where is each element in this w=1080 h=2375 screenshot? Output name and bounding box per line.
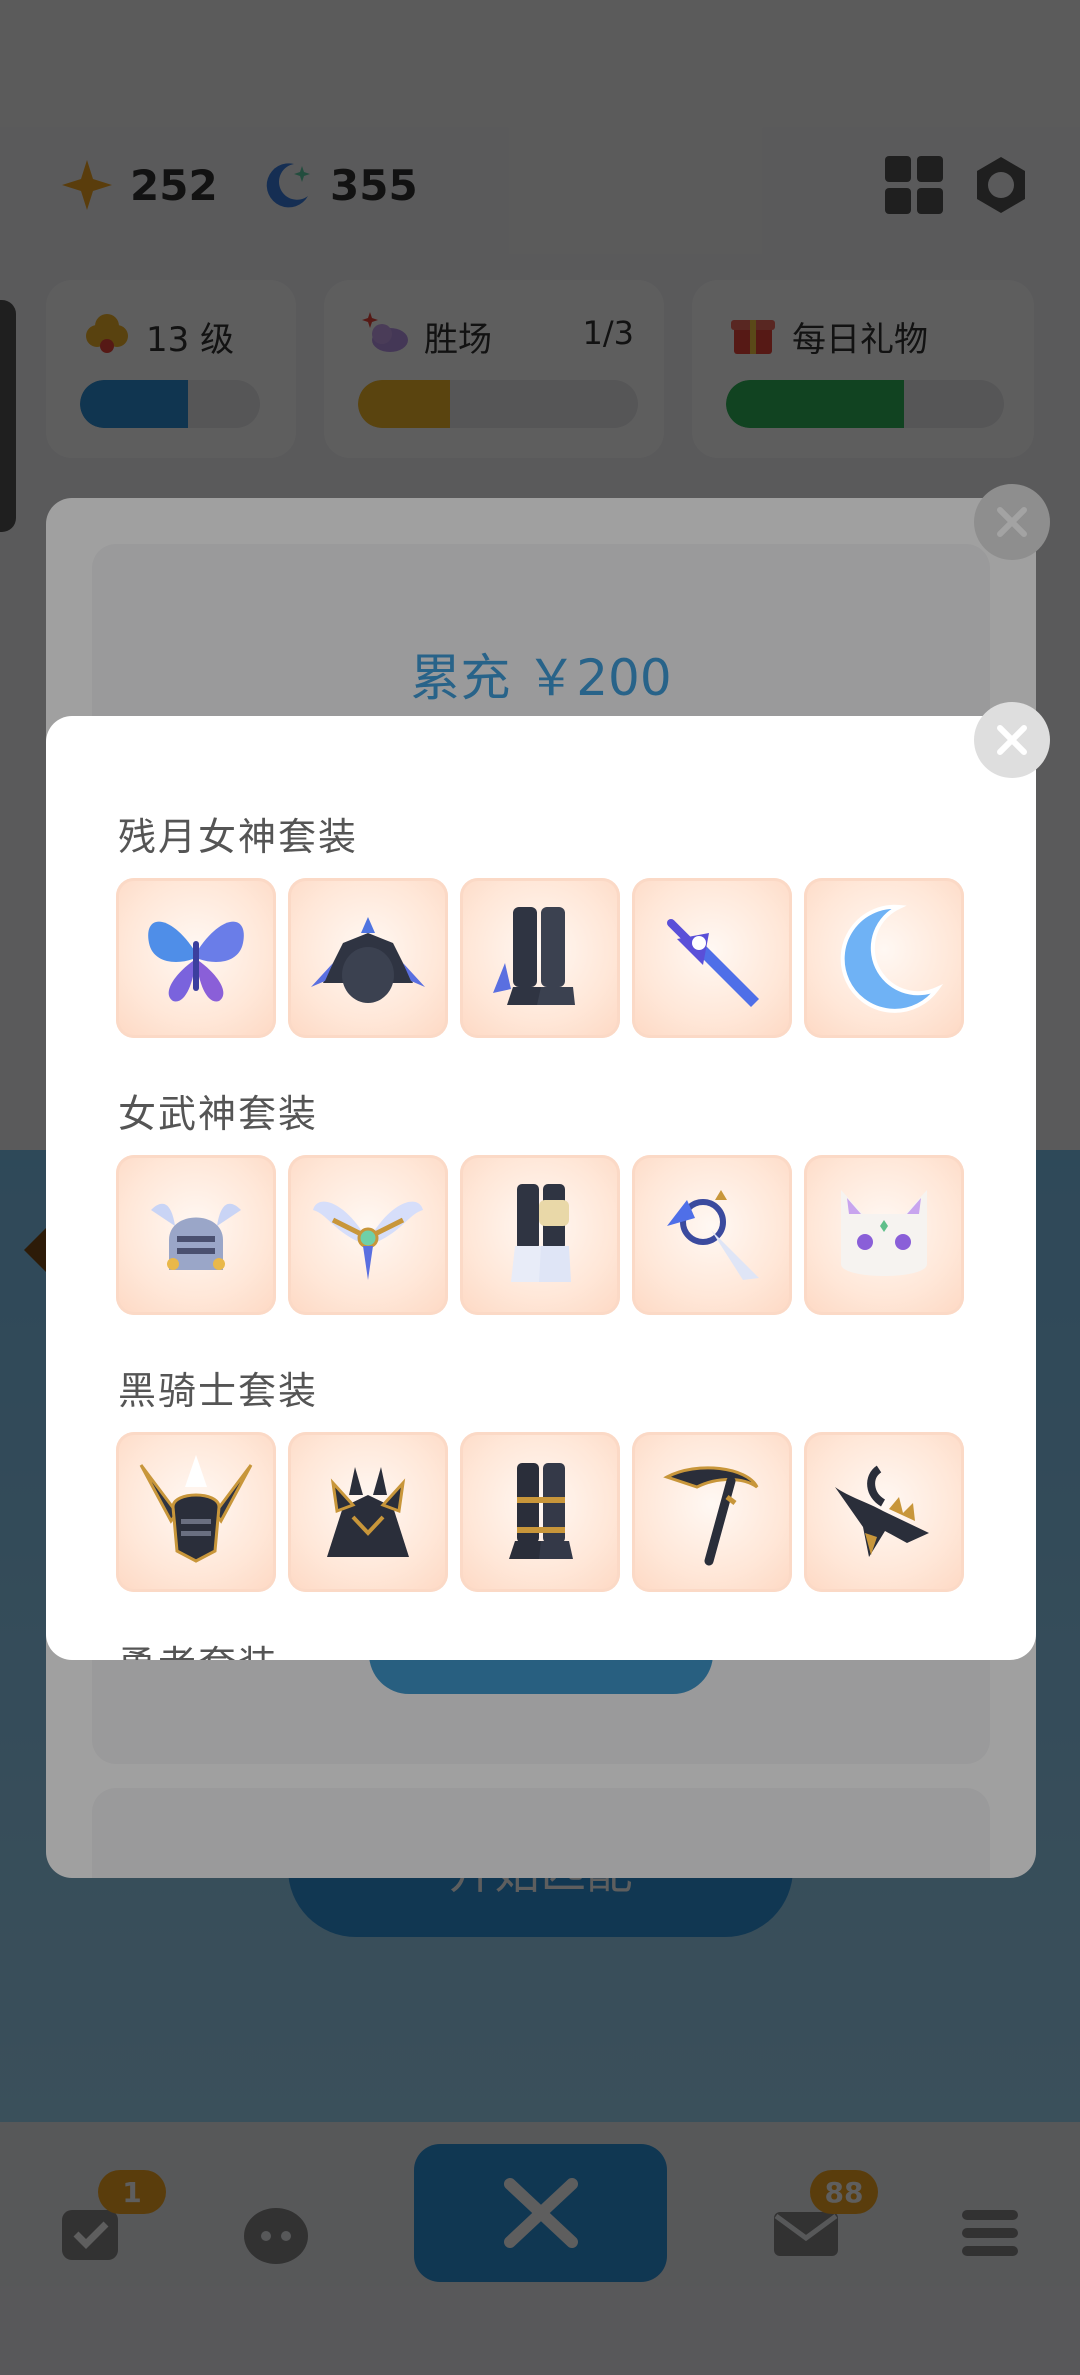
set-item[interactable] [460, 1432, 620, 1592]
set-item[interactable] [460, 1155, 620, 1315]
dark-boots-icon [493, 907, 575, 1005]
set-item[interactable] [288, 1155, 448, 1315]
costume-sets-panel: 残月女神套装 女武神套装 黑骑士套装 [46, 716, 1036, 1660]
set-title: 女武神套装 [118, 1092, 319, 1136]
set-title: 勇者套装 [118, 1634, 278, 1660]
black-boots-icon [509, 1463, 573, 1559]
close-icon [997, 725, 1027, 755]
black-gold-armor-icon [327, 1467, 409, 1557]
black-scythe-icon [663, 1466, 759, 1566]
set-item[interactable] [632, 878, 792, 1038]
sets-close-button[interactable] [974, 702, 1050, 778]
star-halo-icon [667, 1190, 759, 1280]
angel-wings-icon [313, 1201, 423, 1280]
set-item[interactable] [804, 878, 964, 1038]
set-title: 黑骑士套装 [118, 1369, 319, 1413]
blue-sword-icon [667, 919, 759, 1007]
set-item[interactable] [632, 1432, 792, 1592]
winged-helmet-icon [151, 1203, 241, 1270]
white-boots-icon [511, 1184, 571, 1282]
set-item[interactable] [804, 1155, 964, 1315]
set-item[interactable] [116, 1155, 276, 1315]
set-item[interactable] [288, 1432, 448, 1592]
black-horned-helmet-icon [139, 1455, 253, 1563]
black-dragon-icon [835, 1465, 929, 1557]
white-cat-icon [841, 1190, 927, 1276]
crescent-moon-icon [840, 904, 944, 1013]
set-item[interactable] [632, 1155, 792, 1315]
dark-armor-icon [311, 917, 425, 1003]
set-item[interactable] [288, 878, 448, 1038]
set-item[interactable] [804, 1432, 964, 1592]
set-title: 残月女神套装 [118, 815, 359, 859]
set-item[interactable] [116, 878, 276, 1038]
set-item[interactable] [116, 1432, 276, 1592]
butterfly-wings-icon [148, 921, 244, 1002]
set-item[interactable] [460, 878, 620, 1038]
